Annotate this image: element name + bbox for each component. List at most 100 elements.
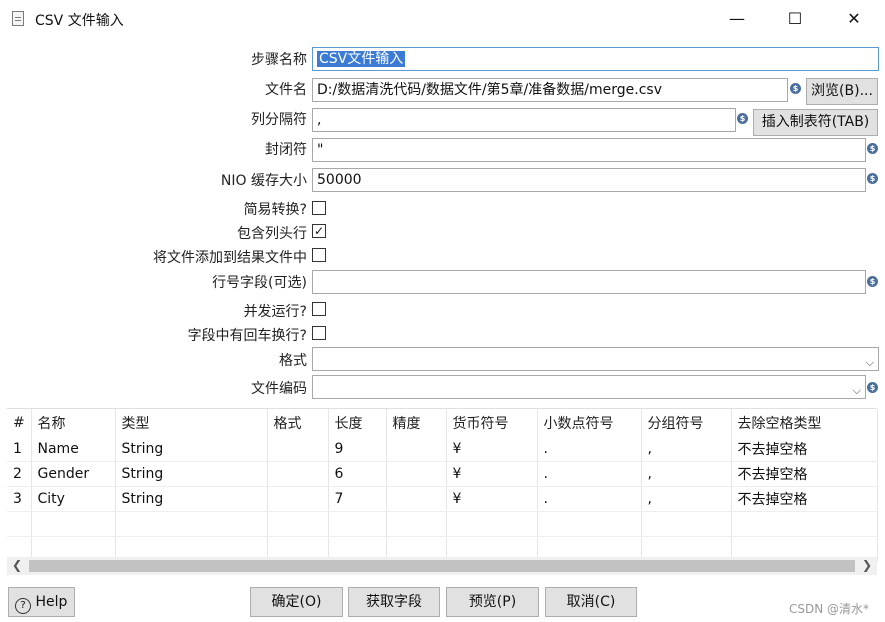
cell[interactable] [267, 437, 329, 462]
cell[interactable]: City [31, 486, 116, 512]
enclosure-label: 封闭符 [265, 142, 307, 158]
table-header-row: # 名称 类型 格式 长度 精度 货币符号 小数点符号 分组符号 去除空格类型 [7, 409, 878, 437]
watermark: CSDN @清水* [788, 602, 869, 616]
cell[interactable]: . [537, 461, 642, 487]
insert-tab-button[interactable]: 插入制表符(TAB) [753, 109, 878, 136]
delimiter-input[interactable]: , [312, 108, 736, 132]
column-header[interactable]: 类型 [115, 409, 268, 437]
filename-label: 文件名 [265, 82, 307, 98]
cell[interactable]: 7 [328, 486, 387, 512]
encoding-label: 文件编码 [251, 381, 307, 397]
cell[interactable]: ¥ [446, 461, 538, 487]
variable-icon[interactable]: $ [867, 173, 878, 184]
column-header[interactable]: 长度 [328, 409, 387, 437]
add-filename-label: 将文件添加到结果文件中 [153, 250, 307, 266]
header-row-label: 包含列头行 [237, 226, 307, 242]
title-bar: CSV 文件输入 — ☐ ✕ [0, 0, 885, 38]
column-header[interactable]: 货币符号 [446, 409, 538, 437]
cell[interactable]: Name [31, 437, 116, 462]
cell[interactable]: 6 [328, 461, 387, 487]
scroll-left-icon[interactable]: ❮ [12, 558, 22, 572]
scroll-right-icon[interactable]: ❯ [862, 558, 872, 572]
step-name-value: CSV文件输入 [317, 51, 406, 67]
format-label: 格式 [279, 353, 307, 369]
column-header[interactable]: 名称 [31, 409, 116, 437]
rownum-field-label: 行号字段(可选) [212, 275, 307, 291]
cell[interactable]: , [641, 461, 732, 487]
column-header[interactable]: # [7, 409, 32, 437]
cell[interactable]: 不去掉空格 [731, 486, 878, 512]
close-button[interactable]: ✕ [831, 0, 877, 38]
cell[interactable] [267, 461, 329, 487]
row-number: 1 [7, 437, 32, 462]
cell[interactable]: ¥ [446, 437, 538, 462]
cell[interactable]: , [641, 437, 732, 462]
row-number: 3 [7, 486, 32, 512]
cell[interactable]: 不去掉空格 [731, 461, 878, 487]
nio-buffer-input[interactable]: 50000 [312, 168, 866, 192]
step-name-label: 步骤名称 [251, 52, 307, 68]
preview-button[interactable]: 预览(P) [446, 587, 539, 617]
window-title: CSV 文件输入 [35, 13, 124, 29]
cell[interactable]: . [537, 486, 642, 512]
cell[interactable]: String [115, 461, 268, 487]
cell[interactable]: 9 [328, 437, 387, 462]
table-row[interactable]: 2 Gender String 6 ¥ . , 不去掉空格 [7, 461, 878, 487]
cell[interactable] [386, 461, 447, 487]
newline-label: 字段中有回车换行? [187, 328, 307, 344]
cell[interactable]: String [115, 437, 268, 462]
parallel-label: 并发运行? [243, 304, 307, 320]
scrollbar-thumb[interactable] [29, 560, 855, 572]
ok-button[interactable]: 确定(O) [250, 587, 343, 617]
variable-icon[interactable]: $ [737, 113, 748, 124]
column-header[interactable]: 分组符号 [641, 409, 732, 437]
rownum-field-input[interactable] [312, 270, 866, 294]
maximize-button[interactable]: ☐ [772, 0, 818, 38]
minimize-button[interactable]: — [714, 0, 760, 38]
column-header[interactable]: 小数点符号 [537, 409, 642, 437]
variable-icon[interactable]: $ [790, 83, 801, 94]
get-fields-button[interactable]: 获取字段 [348, 587, 440, 617]
horizontal-scrollbar[interactable]: ❮ ❯ [7, 557, 877, 575]
variable-icon[interactable]: $ [867, 382, 878, 393]
header-row-checkbox[interactable]: ✓ [312, 224, 326, 238]
cell[interactable]: 不去掉空格 [731, 437, 878, 462]
table-row[interactable]: 1 Name String 9 ¥ . , 不去掉空格 [7, 437, 878, 462]
checkmark-icon: ✓ [313, 224, 325, 238]
lazy-conversion-checkbox[interactable] [312, 201, 326, 215]
encoding-select[interactable]: ⌵ [312, 375, 866, 399]
cell[interactable] [386, 486, 447, 512]
help-button[interactable]: ? Help [8, 587, 75, 617]
step-name-input[interactable]: CSV文件输入 [312, 47, 879, 71]
cell[interactable]: ¥ [446, 486, 538, 512]
cell[interactable]: Gender [31, 461, 116, 487]
table-row[interactable]: 3 City String 7 ¥ . , 不去掉空格 [7, 486, 878, 512]
row-number: 2 [7, 461, 32, 487]
cell[interactable]: , [641, 486, 732, 512]
cancel-button[interactable]: 取消(C) [545, 587, 637, 617]
cell[interactable] [267, 486, 329, 512]
format-select[interactable]: ⌵ [312, 347, 879, 371]
fields-table: # 名称 类型 格式 长度 精度 货币符号 小数点符号 分组符号 去除空格类型 … [7, 408, 878, 562]
column-header[interactable]: 去除空格类型 [731, 409, 878, 437]
document-icon [12, 11, 24, 26]
column-header[interactable]: 格式 [267, 409, 329, 437]
cell[interactable]: . [537, 437, 642, 462]
browse-button[interactable]: 浏览(B)... [806, 78, 878, 105]
cell[interactable] [386, 437, 447, 462]
column-header[interactable]: 精度 [386, 409, 447, 437]
variable-icon[interactable]: $ [867, 276, 878, 287]
delimiter-label: 列分隔符 [251, 112, 307, 128]
cell[interactable]: String [115, 486, 268, 512]
help-label: Help [35, 594, 68, 610]
filename-input[interactable]: D:/数据清洗代码/数据文件/第5章/准备数据/merge.csv [312, 78, 788, 102]
variable-icon[interactable]: $ [867, 143, 878, 154]
table-row-empty [7, 511, 878, 537]
enclosure-input[interactable]: " [312, 138, 866, 162]
lazy-conversion-label: 简易转换? [243, 202, 307, 218]
parallel-checkbox[interactable] [312, 302, 326, 316]
add-filename-checkbox[interactable] [312, 248, 326, 262]
chevron-down-icon: ⌵ [865, 356, 874, 369]
nio-buffer-label: NIO 缓存大小 [220, 173, 307, 189]
newline-checkbox[interactable] [312, 326, 326, 340]
